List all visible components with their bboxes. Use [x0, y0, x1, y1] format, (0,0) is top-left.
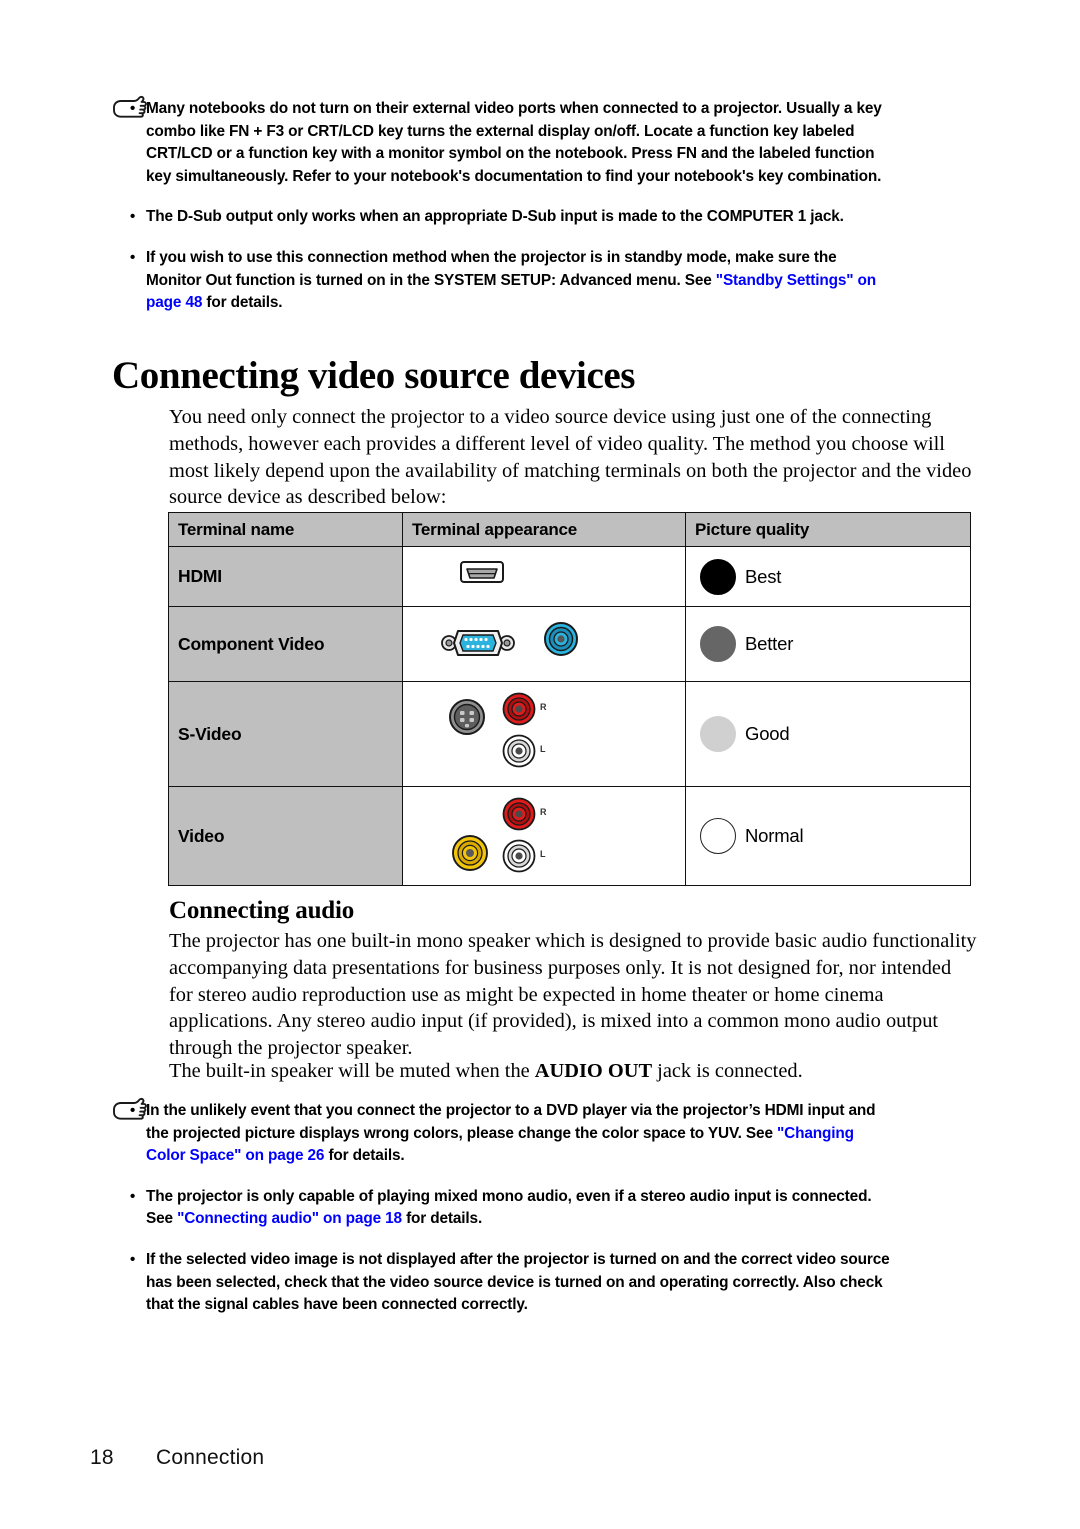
cell-terminal-name: HDMI — [168, 546, 403, 607]
jack-label-left: L — [540, 849, 546, 859]
bottom-note-block: • In the unlikely event that you connect … — [108, 1097, 890, 1317]
top-note-block: • Many notebooks do not turn on their ext… — [108, 95, 890, 315]
quality-label: Best — [745, 565, 782, 587]
note-text-segment: for details. — [401, 1210, 483, 1228]
note-item: • The D-Sub output only works when an app… — [108, 206, 890, 229]
note-text-segment: In the unlikely event that you connect t… — [146, 1102, 876, 1142]
note-item: • In the unlikely event that you connect … — [108, 1100, 890, 1168]
cell-terminal-appearance — [402, 546, 686, 607]
cell-terminal-name: S-Video — [168, 681, 403, 787]
quality-dot-normal — [700, 818, 736, 854]
jack-label-right: R — [540, 702, 547, 712]
cell-picture-quality: Best — [685, 546, 971, 607]
note-text-segment: Many notebooks do not turn on their exte… — [146, 100, 882, 185]
cell-picture-quality: Good — [685, 681, 971, 787]
column-header-terminal-appearance: Terminal appearance — [402, 512, 686, 547]
d-sub-vga-port-icon — [441, 630, 515, 656]
table-header-row: Terminal name Terminal appearance Pictur… — [168, 512, 971, 547]
table-row: HDMI Best — [168, 546, 971, 607]
note-item: • If the selected video image is not disp… — [108, 1249, 890, 1317]
table-row: Component Video Better — [168, 606, 971, 682]
note-bullet: • — [130, 100, 136, 117]
quality-dot-best — [700, 558, 736, 595]
note-bullet: • — [130, 1102, 136, 1119]
cell-terminal-appearance: R L — [402, 786, 686, 886]
note-text-segment: for details. — [324, 1147, 405, 1165]
intro-paragraph: You need only connect the projector to a… — [169, 406, 972, 509]
rca-jack-red-icon — [502, 692, 536, 726]
audio-paragraph-1: The projector has one built-in mono spea… — [169, 930, 977, 1060]
footer-page-number: 18 — [90, 1446, 114, 1469]
cell-terminal-name: Video — [168, 786, 403, 886]
rca-jack-yellow-icon — [452, 835, 488, 871]
note-text: If you wish to use this connection metho… — [146, 249, 876, 311]
jack-label-right: R — [540, 807, 547, 817]
cell-terminal-appearance: R L — [402, 681, 686, 787]
table-row: Video R L Normal — [168, 786, 971, 886]
quality-dot-good — [700, 716, 736, 752]
page-footer: 18 Connection — [90, 1446, 264, 1470]
note-text-segment: for details. — [202, 294, 283, 312]
audio-paragraph-2-pre: The built-in speaker will be muted when … — [169, 1060, 535, 1082]
note-text: In the unlikely event that you connect t… — [146, 1102, 876, 1165]
note-text-segment: The D-Sub output only works when an appr… — [146, 208, 844, 226]
note-bullet: • — [130, 248, 136, 266]
jack-label-left: L — [540, 744, 546, 754]
table-row: S-Video R L Good — [168, 681, 971, 787]
audio-section-heading: Connecting audio — [169, 897, 355, 924]
note-text: The projector is only capable of playing… — [146, 1188, 872, 1228]
audio-paragraph-2: The built-in speaker will be muted when … — [169, 1058, 979, 1085]
note-item: • The projector is only capable of playin… — [108, 1186, 890, 1231]
note-bullet: • — [130, 208, 136, 226]
note-text: Many notebooks do not turn on their exte… — [146, 100, 882, 185]
cell-picture-quality: Normal — [685, 786, 971, 886]
cell-terminal-appearance — [402, 606, 686, 682]
page-title: Connecting video source devices — [112, 354, 636, 397]
cell-picture-quality: Better — [685, 606, 971, 682]
column-header-terminal-name: Terminal name — [168, 512, 403, 547]
footer-section-name: Connection — [156, 1446, 265, 1469]
note-item: • Many notebooks do not turn on their ext… — [108, 98, 890, 188]
rca-jack-white-icon — [502, 734, 536, 768]
quality-label: Good — [745, 723, 790, 744]
note-text: The D-Sub output only works when an appr… — [146, 208, 844, 225]
audio-out-label: AUDIO OUT — [534, 1060, 653, 1082]
column-header-picture-quality: Picture quality — [685, 512, 971, 547]
quality-label: Better — [745, 633, 794, 654]
audio-paragraph-2-post: jack is connected. — [652, 1060, 803, 1082]
quality-dot-better — [700, 626, 736, 662]
rca-jack-white-icon — [502, 839, 536, 873]
note-text-segment: If the selected video image is not displ… — [146, 1250, 890, 1314]
note-bullet: • — [130, 1187, 136, 1205]
note-item: • If you wish to use this connection meth… — [108, 247, 890, 315]
terminal-comparison-table: Terminal name Terminal appearance Pictur… — [168, 512, 971, 886]
s-video-mini-din-port-icon — [449, 699, 485, 735]
document-page: • Many notebooks do not turn on their ext… — [0, 0, 1080, 1529]
note-text: If the selected video image is not displ… — [146, 1251, 890, 1313]
cell-terminal-name: Component Video — [168, 606, 403, 682]
rca-jack-red-icon — [502, 797, 536, 831]
hdmi-port-icon — [460, 561, 504, 583]
rca-jack-blue-icon — [544, 622, 578, 656]
quality-label: Normal — [745, 825, 804, 846]
note-bullet: • — [130, 1250, 136, 1268]
note-cross-reference-link[interactable]: "Connecting audio" on page 18 — [177, 1210, 402, 1227]
